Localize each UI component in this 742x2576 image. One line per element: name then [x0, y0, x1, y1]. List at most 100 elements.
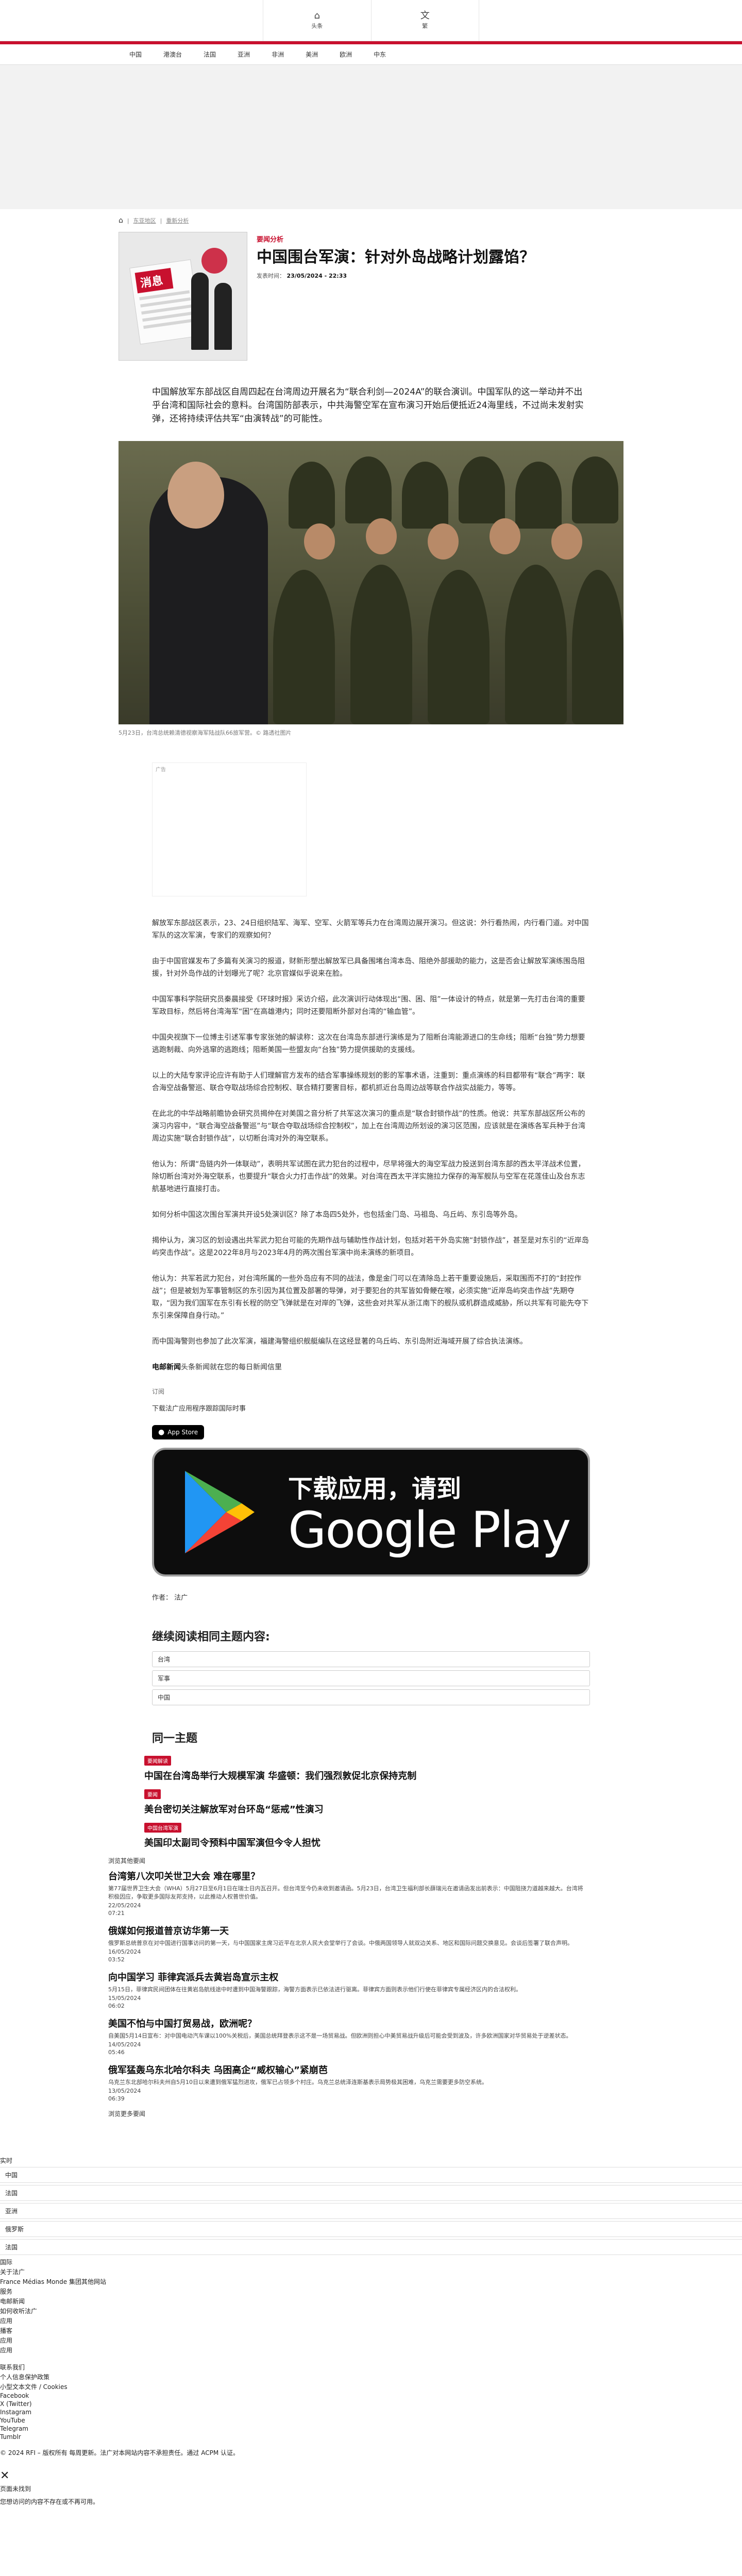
- breadcrumb-link-east-asia[interactable]: 东亚地区: [133, 216, 156, 225]
- footer-link[interactable]: 服务: [0, 2286, 742, 2296]
- apple-icon: ●: [158, 1428, 165, 1436]
- item-title[interactable]: 美国不怕与中国打贸易战，欧洲呢？: [108, 2016, 587, 2030]
- hero-face: [490, 518, 520, 554]
- footer-link[interactable]: 联系我们: [0, 2362, 742, 2372]
- nav-item-americas[interactable]: 美洲: [295, 50, 329, 59]
- author-label: 作者：: [152, 1594, 173, 1602]
- ad-label: 广告: [156, 767, 166, 773]
- hero-face: [428, 523, 459, 560]
- article-thumbnail: 消息: [119, 232, 247, 361]
- footer-box[interactable]: 法国: [0, 2239, 742, 2255]
- body-paragraph: 他认为：共军若武力犯台，对台湾所属的一些外岛应有不同的战法，像是金门可以在清除岛…: [152, 1275, 589, 1320]
- instagram-link[interactable]: Instagram: [0, 2408, 742, 2416]
- list-item[interactable]: 美国不怕与中国打贸易战，欧洲呢？ 自美国5月14日宣布：对中国电动汽车课以100…: [108, 2016, 587, 2056]
- item-badge: 中国台湾军演: [144, 1823, 181, 1833]
- footer-box[interactable]: 中国: [0, 2167, 742, 2183]
- image-caption: 5月23日，台湾总统赖清德视察海军陆战队66旅军营。© 路透社图片: [119, 730, 292, 736]
- footer-link[interactable]: 个人信息保护政策: [0, 2372, 742, 2382]
- view-more-link[interactable]: 浏览更多要闻: [108, 2109, 742, 2118]
- item-time: 06:39: [108, 2095, 125, 2102]
- item-date: 14/05/2024: [108, 2041, 141, 2048]
- footer-link[interactable]: 应用: [0, 2335, 742, 2345]
- subscribe-link[interactable]: 订阅: [152, 1387, 742, 1396]
- footer-link[interactable]: 电邮新闻: [0, 2296, 742, 2306]
- item-title[interactable]: 台湾第八次叩关世卫大会 难在哪里？: [108, 1869, 587, 1883]
- footer-link[interactable]: France Médias Monde 集团其他网站: [0, 2277, 742, 2286]
- topic-tag[interactable]: 军事: [152, 1670, 590, 1686]
- same-topic-heading: 同一主题: [152, 1732, 198, 1745]
- list-item[interactable]: 要闻解读 中国在台湾岛举行大规模军演 华盛顿：我们强烈敦促北京保持克制: [144, 1756, 587, 1782]
- app-store-button[interactable]: ● App Store: [152, 1425, 205, 1439]
- list-item[interactable]: 俄军猛轰乌东北哈尔科夫 乌困高企“威权输心”紧崩芭 乌克兰东北部哈尔科夫州自5月…: [108, 2063, 587, 2102]
- list-item[interactable]: 俄媒如何报道普京访华第一天 俄罗斯总统普京在对中国进行国事访问的第一天，与中国国…: [108, 1924, 587, 1963]
- item-title[interactable]: 向中国学习 菲律宾派兵去黄岩岛宣示主权: [108, 1970, 587, 1984]
- item-time: 06:02: [108, 2003, 125, 2009]
- footer-link[interactable]: 小型文本文件 / Cookies: [0, 2382, 742, 2392]
- body-paragraph: 揭仲认为，演习区的划设遇出共军武力犯台可能的先期作战与辅助性作战计划，包括对若干…: [152, 1236, 589, 1257]
- item-title[interactable]: 美台密切关注解放军对台环岛“惩戒”性演习: [144, 1802, 587, 1816]
- breadcrumb-home-icon[interactable]: ⌂: [119, 216, 123, 225]
- nav-item-africa[interactable]: 非洲: [261, 50, 295, 59]
- app-store-label: App Store: [167, 1429, 198, 1436]
- item-time: 03:52: [108, 1956, 125, 1963]
- hero-soldier: [459, 456, 505, 523]
- home-button[interactable]: ⌂ 头条: [263, 0, 371, 41]
- breadcrumb-separator: |: [127, 217, 129, 224]
- list-item[interactable]: 中国台湾军演 美国印太副司令预料中国军演但今令人担忧: [144, 1823, 587, 1849]
- google-play-banner[interactable]: 下载应用，请到 Google Play: [152, 1448, 590, 1577]
- list-item[interactable]: 台湾第八次叩关世卫大会 难在哪里？ 第77届世界卫生大会（WHA）5月27日至6…: [108, 1869, 587, 1917]
- nav-item-europe[interactable]: 欧洲: [329, 50, 363, 59]
- footer-link[interactable]: 关于法广: [0, 2267, 742, 2277]
- newsletter-promo-bold[interactable]: 电邮新闻: [152, 1363, 181, 1371]
- top-bar-inner: ⌂ 头条 文 繁: [263, 0, 479, 41]
- language-label: 繁: [422, 22, 428, 29]
- footer-box[interactable]: 亚洲: [0, 2203, 742, 2219]
- telegram-link[interactable]: Telegram: [0, 2425, 742, 2433]
- footer-live-label[interactable]: 实时: [0, 2154, 742, 2167]
- main-nav: 中国 港澳台 法国 亚洲 非洲 美洲 欧洲 中东: [0, 44, 742, 65]
- close-icon[interactable]: ✕: [0, 2469, 742, 2482]
- nav-item-asia[interactable]: 亚洲: [227, 50, 261, 59]
- footer-box[interactable]: 法国: [0, 2185, 742, 2201]
- youtube-link[interactable]: YouTube: [0, 2416, 742, 2425]
- ad-box: 广告: [152, 762, 307, 896]
- body-paragraph: 以上的大陆专家评论应许有助于人们理解官方发布的结合军事操练规划的影的军事术语，注…: [152, 1072, 585, 1092]
- item-title[interactable]: 中国在台湾岛举行大规模军演 华盛顿：我们强烈敦促北京保持克制: [144, 1769, 587, 1782]
- body-paragraph: 由于中国官媒发布了多篇有关演习的报道，财新形塑出解放军已具备围堵台湾本岛、阻绝外…: [152, 957, 585, 978]
- thumbnail-newspaper: 消息: [129, 259, 201, 345]
- hero-soldier: [515, 462, 562, 529]
- hero-soldier: [345, 456, 392, 523]
- nav-item-hk-macau-taiwan[interactable]: 港澳台: [153, 50, 193, 59]
- footer-box[interactable]: 俄罗斯: [0, 2221, 742, 2237]
- ad-banner: [0, 65, 742, 209]
- footer-link[interactable]: 应用: [0, 2345, 742, 2355]
- breadcrumb: ⌂ | 东亚地区 | 重新分析: [119, 216, 742, 225]
- footer-link[interactable]: 国际: [0, 2257, 742, 2267]
- page-title: 中国围台军演：针对外岛战略计划露馅？: [257, 248, 535, 266]
- tumblr-link[interactable]: Tumblr: [0, 2433, 742, 2441]
- twitter-link[interactable]: X (Twitter): [0, 2400, 742, 2408]
- hero-image: [119, 441, 623, 724]
- language-button[interactable]: 文 繁: [370, 0, 479, 41]
- author-name[interactable]: 法广: [174, 1594, 188, 1602]
- topic-tag[interactable]: 台湾: [152, 1651, 590, 1667]
- article-body: 解放军东部战区表示，23、24日组织陆军、海军、空军、火箭军等兵力在台湾周边展开…: [152, 917, 590, 1374]
- publish-date-value: 23/05/2024 - 22:33: [286, 273, 347, 279]
- item-time: 05:46: [108, 2049, 125, 2056]
- article-kicker[interactable]: 要闻分析: [257, 234, 597, 244]
- hero-face: [366, 518, 397, 554]
- list-item[interactable]: 要闻 美台密切关注解放军对台环岛“惩戒”性演习: [144, 1789, 587, 1816]
- footer-link[interactable]: 应用: [0, 2316, 742, 2326]
- list-item[interactable]: 向中国学习 菲律宾派兵去黄岩岛宣示主权 5月15日，菲律宾民间团体在往黄岩岛航线…: [108, 1970, 587, 2009]
- item-title[interactable]: 俄军猛轰乌东北哈尔科夫 乌困高企“威权输心”紧崩芭: [108, 2063, 587, 2076]
- nav-item-china[interactable]: 中国: [119, 50, 153, 59]
- footer-link[interactable]: 播客: [0, 2326, 742, 2335]
- nav-item-middle-east[interactable]: 中东: [363, 50, 397, 59]
- nav-item-france[interactable]: 法国: [193, 50, 227, 59]
- breadcrumb-link-analysis[interactable]: 重新分析: [166, 216, 189, 225]
- item-title[interactable]: 美国印太副司令预料中国军演但今令人担忧: [144, 1836, 587, 1849]
- footer-link[interactable]: 如何收听法广: [0, 2306, 742, 2316]
- topic-tag[interactable]: 中国: [152, 1689, 590, 1705]
- item-title[interactable]: 俄媒如何报道普京访华第一天: [108, 1924, 587, 1937]
- facebook-link[interactable]: Facebook: [0, 2392, 742, 2400]
